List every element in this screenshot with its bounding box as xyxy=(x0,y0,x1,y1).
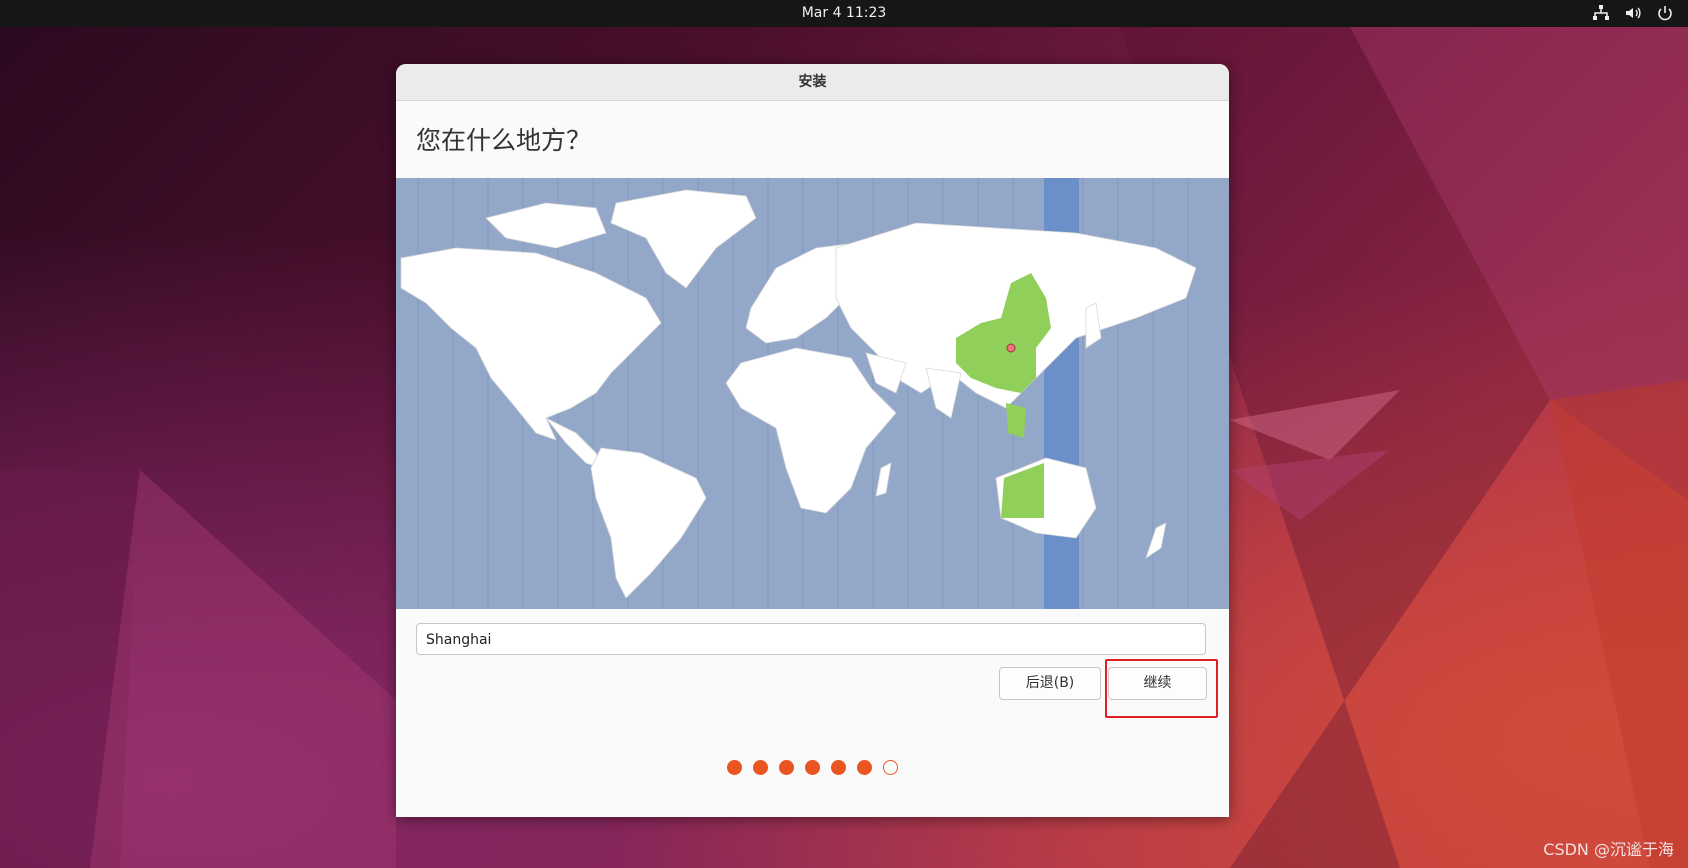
timezone-input[interactable]: Shanghai xyxy=(416,623,1206,655)
annotation-highlight-box xyxy=(1105,659,1218,718)
window-title: 安装 xyxy=(396,64,1229,101)
progress-dots xyxy=(396,760,1229,775)
progress-dot xyxy=(831,760,846,775)
power-icon[interactable] xyxy=(1656,4,1674,22)
location-pin-icon xyxy=(1006,343,1016,353)
progress-dot xyxy=(727,760,742,775)
network-icon[interactable] xyxy=(1592,4,1610,22)
installer-window: 安装 您在什么地方？ Shanghai 后退(B) 继续 xyxy=(396,64,1229,817)
watermark: CSDN @沉谧于海 xyxy=(1543,840,1674,859)
top-bar: Mar 4 11:23 xyxy=(0,0,1688,27)
back-button[interactable]: 后退(B) xyxy=(999,667,1101,700)
timezone-map[interactable] xyxy=(396,178,1229,609)
system-tray[interactable] xyxy=(1592,4,1674,22)
progress-dot-current xyxy=(883,760,898,775)
progress-dot xyxy=(753,760,768,775)
clock[interactable]: Mar 4 11:23 xyxy=(0,5,1688,21)
page-heading: 您在什么地方？ xyxy=(416,126,592,155)
progress-dot xyxy=(857,760,872,775)
progress-dot xyxy=(805,760,820,775)
volume-icon[interactable] xyxy=(1624,4,1642,22)
progress-dot xyxy=(779,760,794,775)
